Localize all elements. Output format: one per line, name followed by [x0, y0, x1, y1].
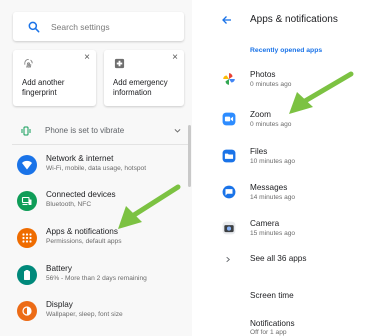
app-name: Files — [250, 147, 268, 156]
apps-grid-icon — [17, 228, 37, 248]
back-arrow-icon[interactable] — [221, 14, 233, 26]
settings-screen: Search settings × Add another fingerprin… — [0, 0, 192, 336]
vibrate-icon — [21, 126, 31, 136]
settings-item-subtitle: Permissions, default apps — [46, 238, 122, 245]
suggestion-label: Add emergency information — [113, 78, 168, 97]
settings-item-subtitle: Bluetooth, NFC — [46, 201, 92, 208]
battery-icon — [17, 265, 37, 285]
suggestion-card-fingerprint[interactable]: × Add another fingerprint — [13, 50, 96, 106]
chevron-down-icon[interactable] — [173, 126, 182, 135]
app-name: Zoom — [250, 110, 271, 119]
app-bar: Apps & notifications — [206, 0, 371, 42]
scrollbar[interactable] — [188, 125, 191, 187]
settings-item-subtitle: Wallpaper, sleep, font size — [46, 311, 123, 318]
suggestion-card-emergency-info[interactable]: × Add emergency information — [104, 50, 184, 106]
photos-pinwheel-icon — [223, 73, 235, 85]
settings-item-network[interactable]: Network & internet Wi-Fi, mobile, data u… — [0, 152, 190, 184]
chevron-right-icon — [226, 256, 230, 263]
settings-item-battery[interactable]: Battery 56% - More than 2 days remaining — [0, 262, 190, 294]
recent-apps-header: Recently opened apps — [250, 47, 323, 54]
recent-app-messages[interactable]: Messages 14 minutes ago — [206, 181, 371, 211]
app-name: Photos — [250, 70, 276, 79]
zoom-camera-icon — [222, 112, 236, 126]
settings-item-title: Apps & notifications — [46, 227, 118, 236]
notifications-subtitle: Off for 1 app — [250, 329, 287, 336]
page-title: Apps & notifications — [250, 14, 338, 25]
settings-item-display[interactable]: Display Wallpaper, sleep, font size — [0, 298, 190, 330]
screen-time-item[interactable]: Screen time — [250, 291, 294, 300]
notifications-item[interactable]: Notifications — [250, 319, 295, 328]
vibrate-condition-row[interactable]: Phone is set to vibrate — [0, 120, 190, 142]
settings-item-title: Connected devices — [46, 190, 116, 199]
settings-item-subtitle: Wi-Fi, mobile, data usage, hotspot — [46, 165, 147, 172]
app-last-opened: 14 minutes ago — [250, 194, 296, 201]
app-last-opened: 0 minutes ago — [250, 81, 292, 88]
search-settings-bar[interactable]: Search settings — [13, 12, 184, 41]
suggestion-label: Add another fingerprint — [22, 78, 65, 97]
messages-bubble-icon — [222, 185, 236, 199]
settings-item-connected-devices[interactable]: Connected devices Bluetooth, NFC — [0, 188, 190, 220]
app-name: Messages — [250, 183, 288, 192]
settings-item-subtitle: 56% - More than 2 days remaining — [46, 275, 147, 282]
app-name: Camera — [250, 219, 280, 228]
vibrate-condition-text: Phone is set to vibrate — [45, 126, 125, 135]
recent-app-files[interactable]: Files 10 minutes ago — [206, 145, 371, 175]
dismiss-suggestion-button[interactable]: × — [172, 53, 178, 63]
recent-app-camera[interactable]: Camera 15 minutes ago — [206, 217, 371, 247]
recent-app-zoom[interactable]: Zoom 0 minutes ago — [206, 108, 371, 138]
see-all-apps-link[interactable]: See all 36 apps — [206, 253, 371, 267]
divider — [12, 144, 188, 145]
settings-item-title: Display — [46, 300, 73, 309]
app-last-opened: 10 minutes ago — [250, 158, 296, 165]
search-icon — [28, 21, 40, 32]
search-placeholder: Search settings — [51, 21, 110, 32]
app-last-opened: 0 minutes ago — [250, 121, 292, 128]
settings-item-title: Network & internet — [46, 154, 114, 163]
medical-plus-icon — [114, 58, 125, 69]
dismiss-suggestion-button[interactable]: × — [84, 53, 90, 63]
see-all-apps-label: See all 36 apps — [250, 254, 307, 263]
recent-app-photos[interactable]: Photos 0 minutes ago — [206, 68, 371, 98]
settings-item-title: Battery — [46, 264, 72, 273]
files-folder-icon — [222, 149, 236, 163]
devices-icon — [17, 191, 37, 211]
display-icon — [17, 301, 37, 321]
settings-item-apps-notifications[interactable]: Apps & notifications Permissions, defaul… — [0, 225, 190, 257]
camera-icon — [222, 221, 236, 235]
fingerprint-icon — [24, 58, 33, 69]
apps-notifications-screen: Apps & notifications Recently opened app… — [206, 0, 371, 336]
wifi-icon — [17, 155, 37, 175]
app-last-opened: 15 minutes ago — [250, 230, 296, 237]
